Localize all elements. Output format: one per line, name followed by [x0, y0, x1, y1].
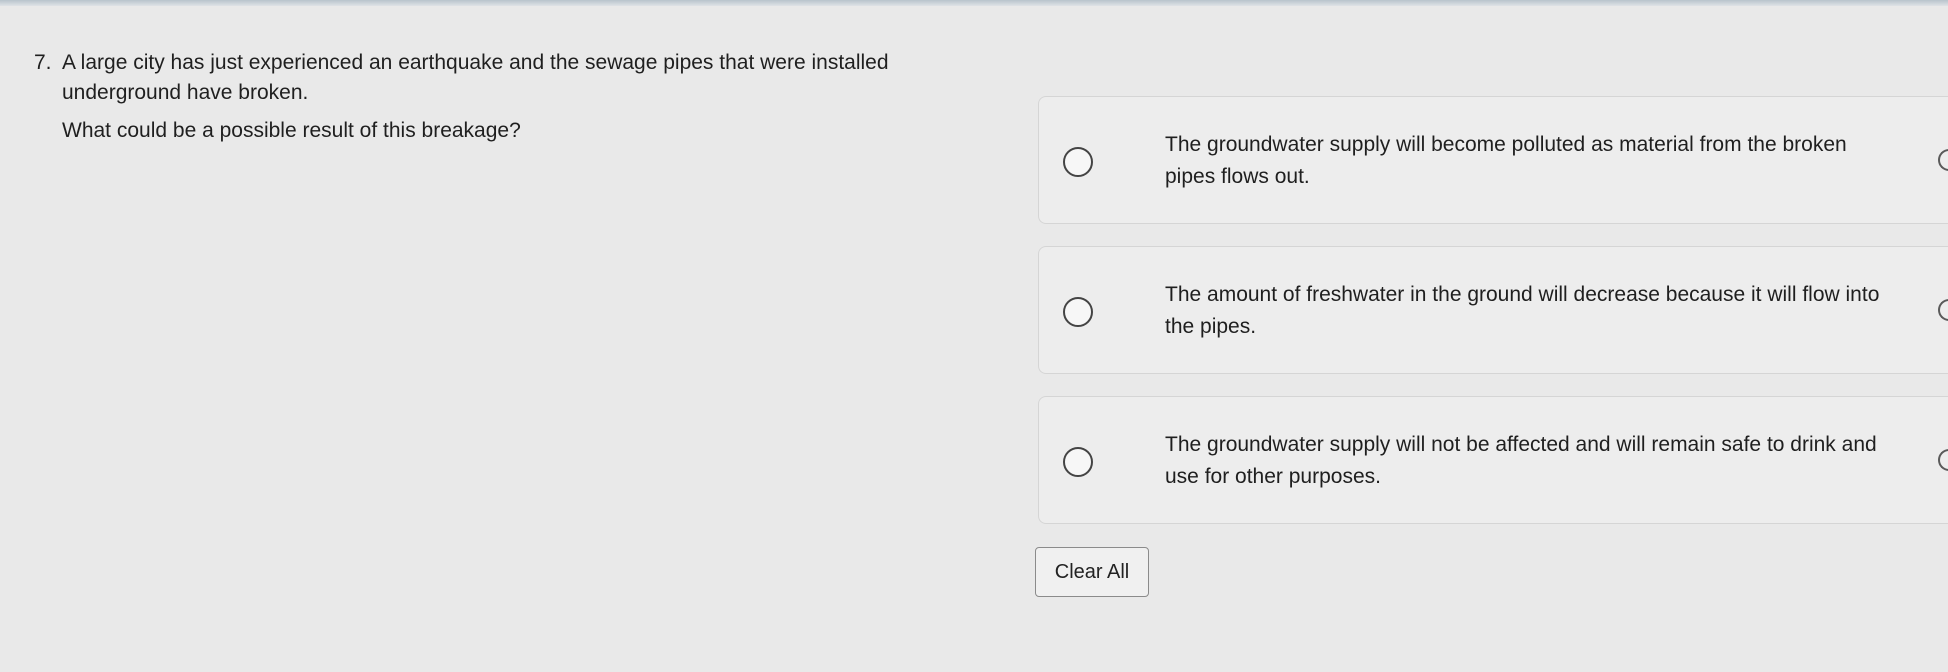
answer-option-text: The groundwater supply will become pollu… [1165, 133, 1847, 188]
question-prompt: What could be a possible result of this … [62, 119, 521, 142]
partial-edge-icon [1938, 149, 1948, 171]
question-text: A large city has just experienced an ear… [62, 51, 889, 104]
answer-option-3[interactable]: The groundwater supply will not be affec… [1038, 396, 1948, 524]
question-block: 7. A large city has just experienced an … [34, 48, 934, 146]
radio-button-3[interactable] [1063, 447, 1093, 477]
question-number: 7. [34, 51, 52, 74]
partial-edge-icon [1938, 299, 1948, 321]
question-stem: 7. A large city has just experienced an … [34, 48, 934, 108]
top-border [0, 0, 1948, 6]
partial-edge-icon [1938, 449, 1948, 471]
radio-button-2[interactable] [1063, 297, 1093, 327]
answer-options: The groundwater supply will become pollu… [1038, 96, 1948, 546]
radio-button-1[interactable] [1063, 147, 1093, 177]
clear-all-button[interactable]: Clear All [1035, 547, 1149, 597]
answer-option-1[interactable]: The groundwater supply will become pollu… [1038, 96, 1948, 224]
answer-option-text: The amount of freshwater in the ground w… [1165, 283, 1880, 338]
answer-option-2[interactable]: The amount of freshwater in the ground w… [1038, 246, 1948, 374]
answer-option-text: The groundwater supply will not be affec… [1165, 433, 1877, 488]
